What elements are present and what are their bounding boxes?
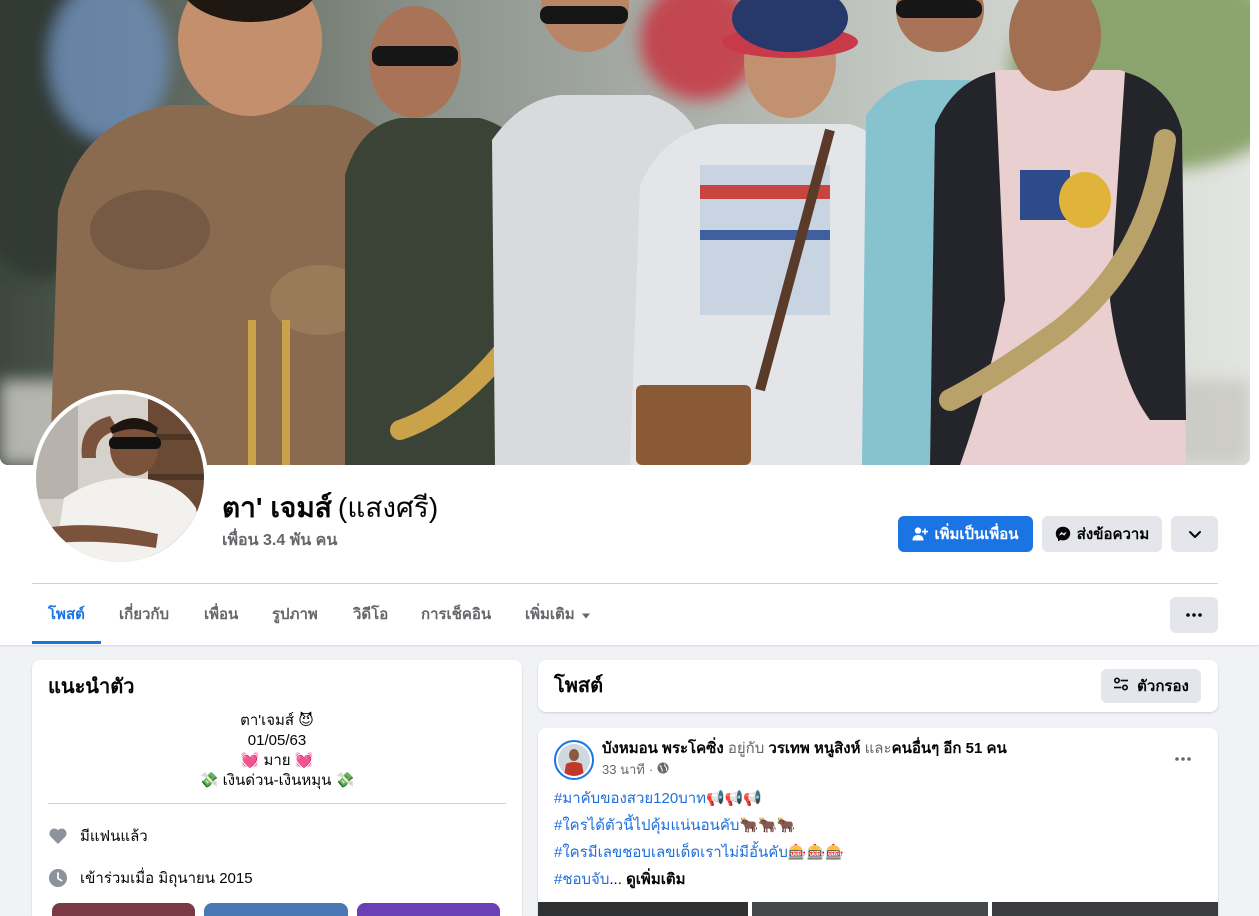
intro-detail-relationship: มีแฟนแล้ว bbox=[48, 824, 148, 848]
filter-label: ตัวกรอง bbox=[1137, 678, 1189, 695]
posts-header-card: โพสต์ ตัวกรอง bbox=[538, 660, 1218, 712]
bio-line: 💸 เงินด่วน-เงินหมุน 💸 bbox=[199, 772, 355, 789]
intro-divider bbox=[48, 803, 506, 804]
profile-tabs: โพสต์ เกี่ยวกับ เพื่อน รูปภาพ วิดีโอ การ… bbox=[0, 584, 1259, 644]
profile-avatar[interactable] bbox=[32, 390, 208, 566]
profile-header: ตา' เจมส์ (แสงศรี) เพื่อน 3.4 พัน คน เพิ่… bbox=[0, 0, 1259, 645]
profile-name: ตา' เจมส์ (แสงศรี) bbox=[222, 490, 438, 526]
relationship-text: มีแฟนแล้ว bbox=[80, 828, 148, 845]
bio-line: 01/05/63 bbox=[247, 732, 307, 749]
post-ellipsis: ... bbox=[609, 871, 622, 888]
tab-videos[interactable]: วิดีโอ bbox=[337, 584, 404, 644]
message-button[interactable]: ส่งข้อความ bbox=[1042, 516, 1162, 552]
post-hashtag-truncated[interactable]: #ชอบจับ bbox=[554, 871, 609, 888]
heart-icon bbox=[48, 826, 68, 846]
tab-friends[interactable]: เพื่อน bbox=[188, 584, 254, 644]
friends-count-link[interactable]: เพื่อน 3.4 พัน คน bbox=[222, 530, 337, 552]
person-add-icon bbox=[912, 526, 929, 542]
post-truncated-line: #ชอบจับ... ดูเพิ่มเติม bbox=[554, 866, 1202, 893]
post-text: #มาคับของสวย120บาท📢📢📢 #ใครได้ตัวนี้ไปคุ้… bbox=[554, 785, 1202, 893]
post-author-line: บังหมอน พระโคซิ่ง อยู่กับ วรเทพ หนูสิงห์… bbox=[602, 740, 1007, 758]
see-more-link[interactable]: ดูเพิ่มเติม bbox=[626, 871, 685, 888]
featured-photo[interactable] bbox=[357, 903, 500, 916]
filter-button[interactable]: ตัวกรอง bbox=[1101, 669, 1201, 703]
post-and-text: และ bbox=[864, 740, 892, 757]
tab-photos[interactable]: รูปภาพ bbox=[256, 584, 334, 644]
post-tagged-name[interactable]: วรเทพ หนูสิงห์ bbox=[768, 740, 860, 757]
joined-text: เข้าร่วมเมื่อ มิถุนายน 2015 bbox=[80, 870, 253, 887]
post-hashtag-line[interactable]: #มาคับของสวย120บาท📢📢📢 bbox=[554, 785, 1202, 812]
clock-icon bbox=[48, 868, 68, 888]
bio-line: ตา'เจมส์ 😈 bbox=[240, 712, 314, 729]
post-hashtag-line[interactable]: #ใครมีเลขชอบเลขเด็ดเราไม่มีอั้นคับ🎰🎰🎰 bbox=[554, 839, 1202, 866]
caret-down-icon bbox=[581, 606, 591, 623]
more-horizontal-icon bbox=[1175, 748, 1191, 766]
profile-name-alternate: (แสงศรี) bbox=[337, 492, 439, 523]
tab-more[interactable]: เพิ่มเติม bbox=[509, 584, 607, 644]
cover-photo[interactable] bbox=[0, 0, 1250, 465]
bio-line: 💓 มาย 💓 bbox=[240, 752, 314, 769]
tab-posts[interactable]: โพสต์ bbox=[32, 584, 101, 644]
post-card: บังหมอน พระโคซิ่ง อยู่กับ วรเทพ หนูสิงห์… bbox=[538, 728, 1218, 916]
profile-avatar-image bbox=[36, 394, 204, 562]
intro-card: แนะนำตัว ตา'เจมส์ 😈 01/05/63 💓 มาย 💓 💸 เ… bbox=[32, 660, 522, 916]
post-meta: 33 นาที · bbox=[602, 762, 669, 778]
add-friend-label: เพิ่มเป็นเพื่อน bbox=[934, 526, 1019, 543]
intro-detail-joined: เข้าร่วมเมื่อ มิถุนายน 2015 bbox=[48, 866, 253, 890]
profile-name-primary: ตา' เจมส์ bbox=[222, 492, 332, 523]
post-options-button[interactable] bbox=[1165, 739, 1201, 775]
post-with-text: อยู่กับ bbox=[727, 740, 765, 757]
cover-photo-image bbox=[0, 0, 1250, 465]
featured-photo[interactable] bbox=[52, 903, 195, 916]
globe-icon[interactable] bbox=[657, 762, 669, 778]
chevron-down-icon bbox=[1187, 526, 1203, 542]
tab-checkins[interactable]: การเช็คอิน bbox=[405, 584, 507, 644]
profile-page: ตา' เจมส์ (แสงศรี) เพื่อน 3.4 พัน คน เพิ่… bbox=[0, 0, 1259, 916]
intro-bio: ตา'เจมส์ 😈 01/05/63 💓 มาย 💓 💸 เงินด่วน-เ… bbox=[48, 711, 506, 791]
post-hashtag-line[interactable]: #ใครได้ตัวนี้ไปคุ้มแน่นอนคับ🐂🐂🐂 bbox=[554, 812, 1202, 839]
post-timestamp[interactable]: 33 นาที bbox=[602, 762, 645, 778]
post-author-avatar[interactable] bbox=[554, 740, 594, 780]
tab-more-label: เพิ่มเติม bbox=[525, 606, 575, 623]
post-photo[interactable] bbox=[538, 902, 748, 916]
tabs-overflow-button[interactable] bbox=[1170, 597, 1218, 633]
post-photo[interactable] bbox=[992, 902, 1218, 916]
filter-icon bbox=[1113, 676, 1129, 696]
more-horizontal-icon bbox=[1186, 613, 1202, 617]
add-friend-button[interactable]: เพิ่มเป็นเพื่อน bbox=[898, 516, 1033, 552]
featured-photo[interactable] bbox=[204, 903, 348, 916]
post-others-link[interactable]: คนอื่นๆ อีก 51 คน bbox=[892, 740, 1007, 757]
profile-more-dropdown-button[interactable] bbox=[1171, 516, 1218, 552]
post-author-name[interactable]: บังหมอน พระโคซิ่ง bbox=[602, 740, 724, 757]
intro-title: แนะนำตัว bbox=[48, 676, 135, 698]
tab-about[interactable]: เกี่ยวกับ bbox=[103, 584, 185, 644]
posts-title: โพสต์ bbox=[554, 675, 604, 697]
post-meta-separator: · bbox=[648, 762, 654, 777]
post-photo[interactable] bbox=[752, 902, 988, 916]
messenger-icon bbox=[1055, 526, 1071, 542]
message-label: ส่งข้อความ bbox=[1076, 526, 1150, 543]
